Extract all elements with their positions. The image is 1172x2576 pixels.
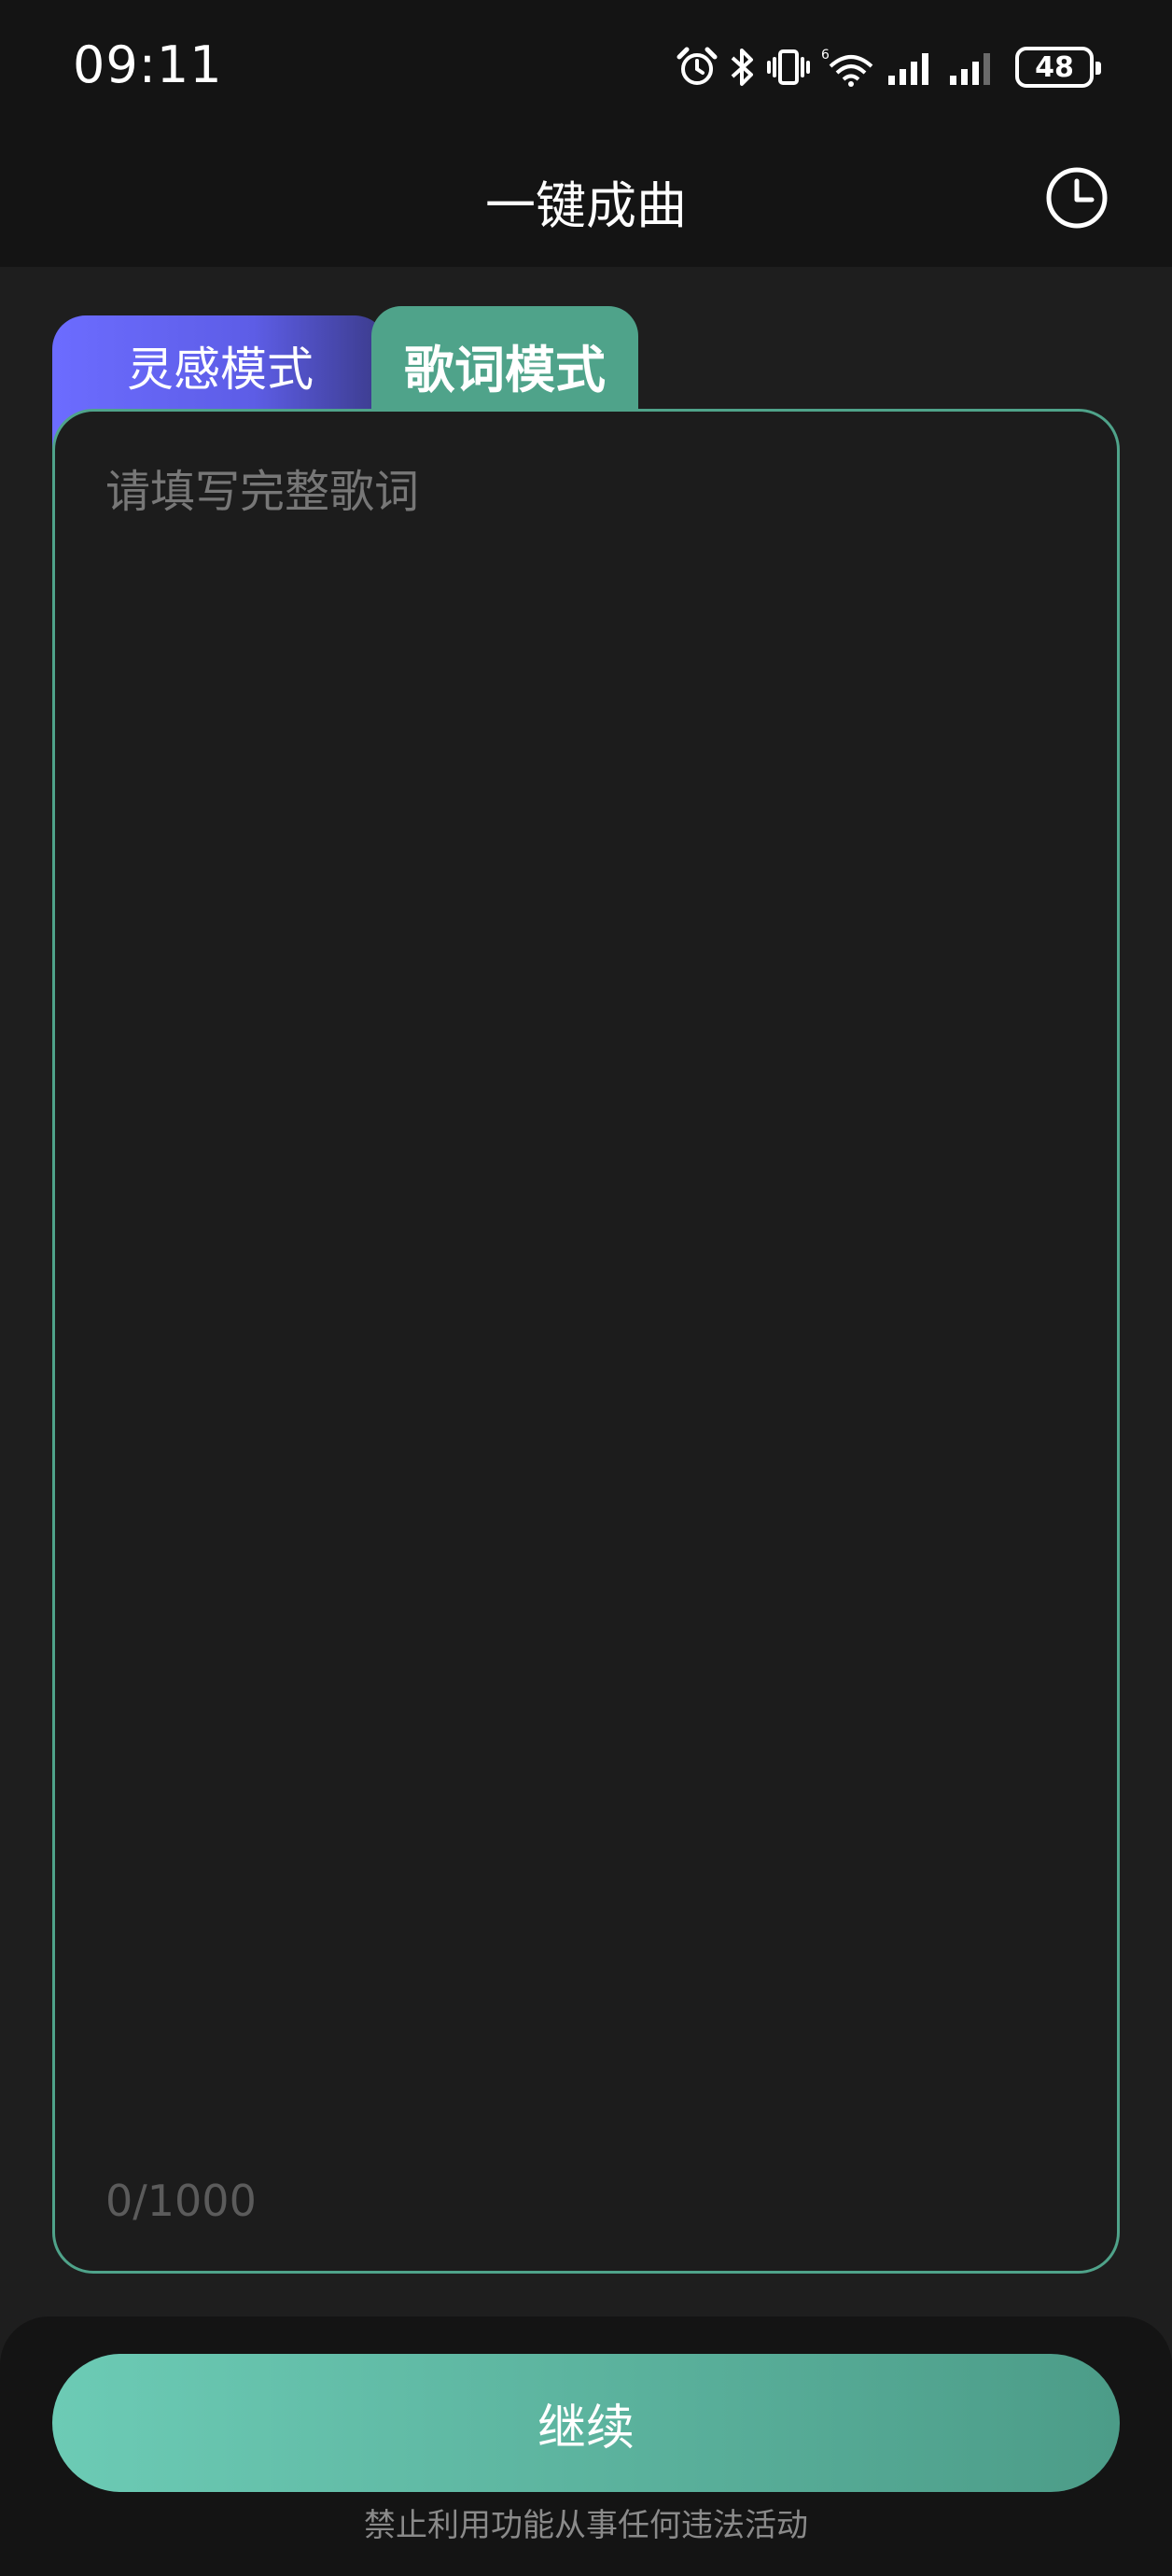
- svg-text:6: 6: [821, 48, 830, 63]
- history-button[interactable]: [1043, 164, 1110, 231]
- app-header: 一键成曲: [0, 134, 1172, 267]
- lyrics-editor: 0/1000: [52, 409, 1120, 2274]
- status-icons: 6 48: [676, 41, 1101, 93]
- battery-indicator: 48: [1015, 47, 1101, 88]
- alarm-icon: [676, 46, 719, 89]
- char-count: 0/1000: [105, 2176, 257, 2226]
- status-time: 09:11: [73, 35, 223, 94]
- signal-icon: [886, 46, 939, 89]
- page-title: 一键成曲: [485, 176, 687, 235]
- bottom-panel: 继续 禁止利用功能从事任何违法活动: [0, 2317, 1172, 2576]
- lyrics-input[interactable]: [105, 455, 1067, 2116]
- tab-lyrics-mode[interactable]: 歌词模式: [371, 306, 638, 420]
- clock-icon: [1046, 167, 1108, 229]
- status-bar: 09:11 6 48: [0, 0, 1172, 134]
- continue-button[interactable]: 继续: [52, 2354, 1120, 2492]
- vibrate-icon: [765, 46, 812, 89]
- bluetooth-icon: [728, 46, 756, 89]
- disclaimer-text: 禁止利用功能从事任何违法活动: [364, 2507, 808, 2544]
- wifi-icon: 6: [821, 46, 877, 89]
- tab-inspiration-label: 灵感模式: [127, 343, 314, 397]
- tab-lyrics-label: 歌词模式: [404, 341, 606, 399]
- signal-icon-2: [948, 46, 1000, 89]
